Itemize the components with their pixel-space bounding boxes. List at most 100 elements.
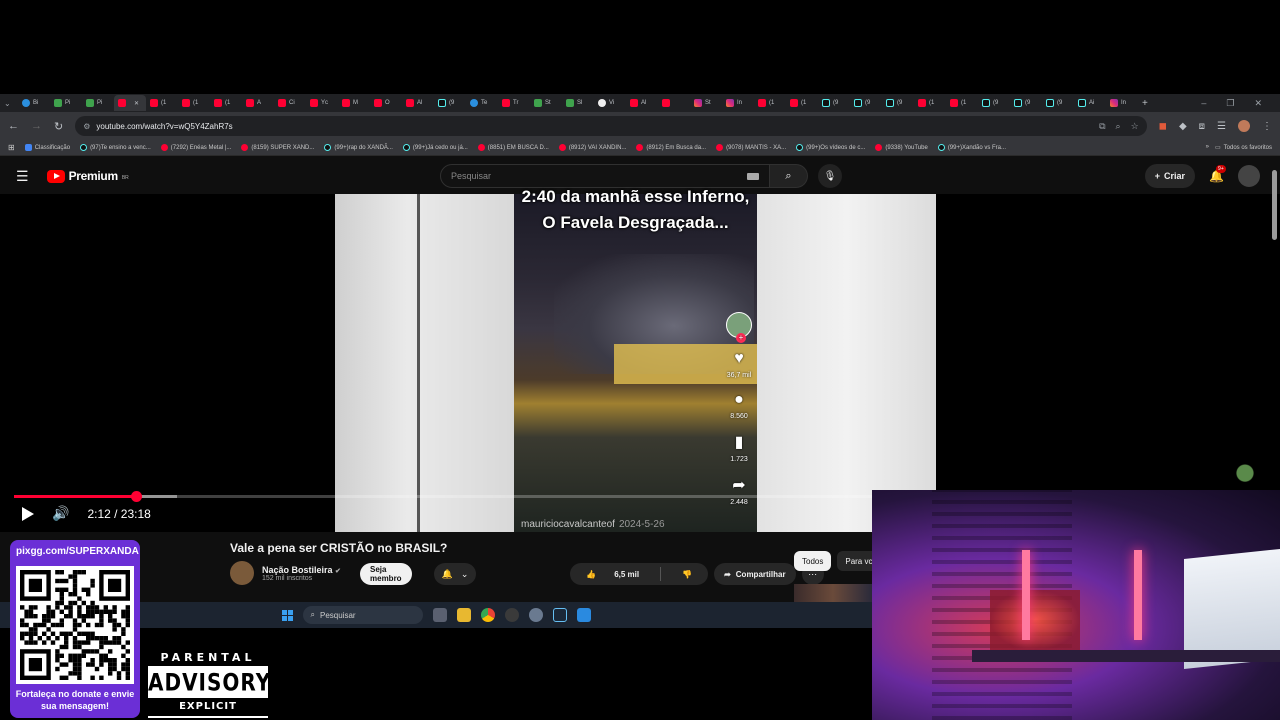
browser-tab[interactable]: St — [530, 95, 562, 111]
bookmark-item[interactable]: Classificação — [24, 144, 70, 151]
browser-tab[interactable]: In — [722, 95, 754, 111]
extension-icon[interactable]: ◼ — [1159, 121, 1167, 132]
minimize-button[interactable]: – — [1201, 98, 1206, 109]
browser-tab[interactable]: Ai — [1074, 95, 1106, 111]
apps-grid-icon[interactable]: ⊞ — [8, 143, 15, 152]
app-icon[interactable] — [504, 608, 519, 622]
all-bookmarks-folder[interactable]: ▭ Todos os favoritos — [1215, 144, 1272, 152]
install-app-icon[interactable]: ⧉ — [1099, 121, 1105, 132]
tab-search-icon[interactable]: ⌄ — [0, 95, 18, 111]
browser-tab[interactable]: (1 — [178, 95, 210, 111]
browser-tab[interactable]: (9 — [434, 95, 466, 111]
voice-search-button[interactable]: 🎙 — [818, 164, 842, 188]
taskbar-search[interactable]: ⌕ Pesquisar — [302, 606, 423, 624]
bookmark-item[interactable]: (99+)Já cedo ou já... — [402, 144, 468, 151]
browser-tab[interactable]: O — [370, 95, 402, 111]
browser-tab[interactable]: (1 — [946, 95, 978, 111]
extension-icon[interactable]: ◆ — [1179, 121, 1187, 132]
zoom-icon[interactable]: ⌕ — [1116, 121, 1121, 132]
close-window-button[interactable]: ✕ — [1254, 98, 1262, 109]
like-button[interactable]: 👍 6,5 mil — [570, 570, 655, 579]
browser-tab[interactable]: (9 — [1042, 95, 1074, 111]
steam-icon[interactable] — [552, 608, 567, 622]
browser-tab[interactable]: A — [242, 95, 274, 111]
video-player[interactable]: + ♥ 36,7 mil ● 8.560 ▮ 1.723 ➦ 2.448 mau… — [0, 194, 1280, 532]
create-button[interactable]: + Criar — [1144, 164, 1196, 188]
browser-tab[interactable] — [658, 95, 690, 111]
keyboard-icon[interactable] — [747, 172, 759, 180]
progress-bar[interactable] — [14, 491, 872, 502]
new-tab-button[interactable]: + — [1138, 95, 1154, 111]
media-controls-icon[interactable]: ☰ — [1217, 121, 1226, 132]
site-info-icon[interactable]: ⚙ — [83, 122, 90, 131]
browser-tab[interactable]: (9 — [818, 95, 850, 111]
browser-tab[interactable]: Vi — [594, 95, 626, 111]
browser-tab[interactable]: In — [1106, 95, 1138, 111]
url-text[interactable]: youtube.com/watch?v=wQ5Y4ZahR7s — [96, 122, 232, 131]
page-scrollbar[interactable] — [1272, 170, 1277, 240]
play-icon[interactable] — [22, 506, 34, 521]
search-button[interactable]: ⌕ — [770, 164, 808, 188]
url-field[interactable]: ⚙ youtube.com/watch?v=wQ5Y4ZahR7s ⧉ ⌕ ☆ — [75, 116, 1147, 136]
browser-tab[interactable]: Bi — [18, 95, 50, 111]
bookmark-item[interactable]: (99+)rap do XANDÃ... — [324, 144, 393, 151]
bookmark-item[interactable]: (99+)Os vídeos de c... — [796, 144, 865, 151]
bookmarks-overflow-icon[interactable]: » — [1206, 144, 1209, 151]
browser-tab[interactable]: Te — [466, 95, 498, 111]
browser-tab[interactable]: Pi — [50, 95, 82, 111]
browser-tab[interactable]: M — [338, 95, 370, 111]
bookmark-item[interactable]: (8912) Em Busca da... — [636, 144, 706, 151]
bookmark-item[interactable]: (97)Te ensino a venc... — [80, 144, 151, 151]
forward-icon[interactable]: → — [31, 120, 42, 132]
browser-tab[interactable]: St — [690, 95, 722, 111]
bookmark-item[interactable]: (99+)Xandão vs Fra... — [937, 144, 1006, 151]
bookmark-item[interactable]: (7292) Enéas Metal |... — [160, 144, 231, 151]
bookmark-item[interactable]: (9078) MANTIS - XA... — [716, 144, 786, 151]
browser-tab[interactable]: (1 — [146, 95, 178, 111]
chip-all[interactable]: Todos — [794, 551, 832, 571]
maximize-button[interactable]: ❐ — [1226, 98, 1234, 109]
browser-tab[interactable]: Tr — [498, 95, 530, 111]
recommended-video-thumbnail[interactable] — [794, 584, 872, 604]
file-explorer-icon[interactable] — [456, 608, 471, 622]
browser-tab[interactable]: (9 — [850, 95, 882, 111]
bookmark-item[interactable]: (8851) EM BUSCA D... — [477, 144, 549, 151]
bookmark-item[interactable]: (9338) YouTube — [875, 144, 928, 151]
chrome-menu-icon[interactable]: ⋮ — [1262, 121, 1272, 132]
share-button[interactable]: ➦ Compartilhar — [714, 563, 796, 585]
extensions-puzzle-icon[interactable]: ⧈ — [1199, 121, 1205, 132]
close-tab-icon[interactable]: ✕ — [134, 100, 139, 107]
browser-tab[interactable]: (1 — [786, 95, 818, 111]
scrubber-handle[interactable] — [130, 491, 142, 502]
reload-icon[interactable]: ↻ — [54, 120, 63, 133]
account-avatar[interactable] — [1238, 165, 1260, 187]
back-icon[interactable]: ← — [8, 120, 19, 132]
notifications-button[interactable]: 🔔 9+ — [1209, 165, 1226, 183]
bookmark-item[interactable]: (8159) SUPER XAND... — [241, 144, 314, 151]
subscribed-bell-button[interactable]: 🔔 ⌄ — [434, 563, 476, 585]
browser-tab[interactable]: (9 — [882, 95, 914, 111]
browser-tab[interactable]: (1 — [914, 95, 946, 111]
bookmark-item[interactable]: (8912) VAI XANDIN... — [558, 144, 626, 151]
browser-tab[interactable]: Al — [402, 95, 434, 111]
browser-tab[interactable]: Al — [626, 95, 658, 111]
bookmark-star-icon[interactable]: ☆ — [1131, 121, 1139, 132]
browser-tab[interactable]: Ci — [274, 95, 306, 111]
profile-avatar[interactable] — [1238, 120, 1250, 132]
browser-tab[interactable]: Yc — [306, 95, 338, 111]
menu-icon[interactable]: ☰ — [16, 168, 29, 185]
browser-tab[interactable]: (1 — [754, 95, 786, 111]
browser-tab[interactable]: (9 — [978, 95, 1010, 111]
browser-tab[interactable]: Pi — [82, 95, 114, 111]
browser-tab[interactable]: (1 — [210, 95, 242, 111]
windows-start-icon[interactable] — [281, 609, 293, 621]
browser-tab[interactable]: ✕ — [114, 95, 146, 111]
dislike-button[interactable]: 👎 — [666, 570, 708, 579]
channel-name-link[interactable]: Nação Bostileira ✔ — [262, 565, 341, 575]
browser-tab[interactable]: (9 — [1010, 95, 1042, 111]
app-icon[interactable] — [576, 608, 591, 622]
youtube-premium-logo[interactable]: Premium BR — [46, 169, 129, 183]
volume-icon[interactable]: 🔊 — [52, 505, 69, 522]
browser-tab[interactable]: Sl — [562, 95, 594, 111]
channel-avatar[interactable] — [230, 561, 254, 585]
